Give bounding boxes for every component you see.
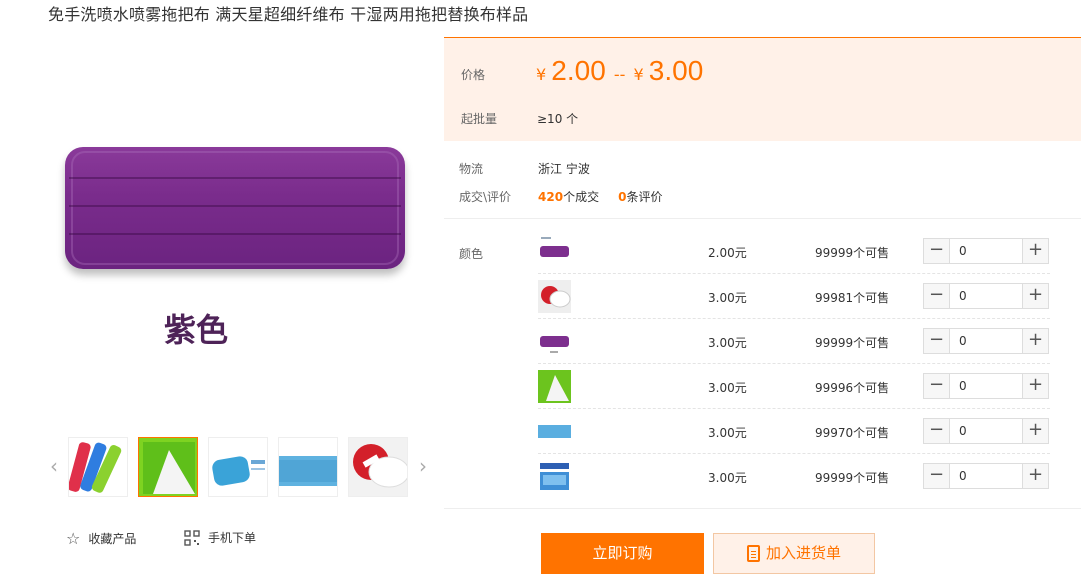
quantity-stepper: − 0 + [923,238,1049,264]
thumbnail-strip [68,437,408,497]
quantity-input[interactable]: 0 [950,329,1022,353]
deals-label: 成交\评价 [459,190,512,204]
sku-row: 3.00元 99999个可售 − 0 + [538,454,1050,499]
price-label: 价格 [461,68,486,82]
currency-symbol: ¥ [536,65,547,84]
quantity-input[interactable]: 0 [950,464,1022,488]
price-high: 3.00 [648,55,704,86]
favorite-product-button[interactable]: ☆ 收藏产品 [66,529,136,548]
sku-stock: 99981个可售 [815,291,890,305]
moq-value: ≥10 个 [537,112,579,126]
deals-summary: 420个成交 0条评价 [538,188,663,205]
sku-row: 3.00元 99981个可售 − 0 + [538,274,1050,319]
review-count: 0 [618,190,627,204]
sku-price: 3.00元 [708,291,747,305]
thumbnail-multicolor-pads[interactable] [68,437,128,497]
increase-quantity-button[interactable]: + [1022,329,1048,353]
sku-thumbnail-blue-microfiber[interactable] [538,415,571,448]
price-range: ¥ 2.00 -- ¥ 3.00 [536,55,703,87]
quantity-input[interactable]: 0 [950,239,1022,263]
add-to-cart-button[interactable]: 加入进货单 [713,533,875,574]
sku-thumbnail-purple[interactable] [538,235,571,268]
decrease-quantity-button[interactable]: − [924,464,950,488]
logistics-label: 物流 [459,162,484,176]
currency-symbol: ¥ [633,65,644,84]
divider [444,218,1081,219]
gallery-next-arrow-icon[interactable]: › [416,455,430,477]
clipboard-list-icon [746,545,760,562]
sku-price: 3.00元 [708,381,747,395]
product-title: 免手洗喷水喷雾拖把布 满天星超细纤维布 干湿两用拖把替换布样品 [48,5,529,24]
image-color-caption: 紫色 [164,311,229,349]
quantity-input[interactable]: 0 [950,374,1022,398]
thumbnail-green-pad[interactable] [138,437,198,497]
decrease-quantity-button[interactable]: − [924,284,950,308]
quantity-stepper: − 0 + [923,328,1049,354]
price-low: 2.00 [551,55,606,86]
review-count-suffix: 条评价 [626,190,663,204]
increase-quantity-button[interactable]: + [1022,239,1048,263]
sku-stock: 99996个可售 [815,381,890,395]
sku-stock: 99999个可售 [815,471,890,485]
price-separator: -- [613,65,626,84]
quantity-stepper: − 0 + [923,373,1049,399]
sku-row: 2.00元 99999个可售 − 0 + [538,229,1050,274]
purple-mop-pad-image [65,147,405,269]
price-panel: 价格 ¥ 2.00 -- ¥ 3.00 起批量 ≥10 个 [444,37,1081,141]
sku-row: 3.00元 99970个可售 − 0 + [538,409,1050,454]
thumbnail-blue-pad[interactable] [208,437,268,497]
add-to-cart-label: 加入进货单 [765,544,841,562]
deal-count-suffix: 个成交 [563,190,600,204]
sku-stock: 99999个可售 [815,336,890,350]
sku-price: 3.00元 [708,426,747,440]
decrease-quantity-button[interactable]: − [924,329,950,353]
sku-price: 3.00元 [708,336,747,350]
qr-code-icon [184,529,200,546]
buy-now-button[interactable]: 立即订购 [541,533,704,574]
main-product-image[interactable]: 紫色 [50,115,422,385]
decrease-quantity-button[interactable]: − [924,374,950,398]
sku-thumbnail-purple-2[interactable] [538,325,571,358]
quantity-stepper: − 0 + [923,283,1049,309]
sku-thumbnail-blue-package[interactable] [538,460,571,493]
sku-price: 2.00元 [708,246,747,260]
decrease-quantity-button[interactable]: − [924,239,950,263]
increase-quantity-button[interactable]: + [1022,464,1048,488]
sku-stock: 99999个可售 [815,246,890,260]
increase-quantity-button[interactable]: + [1022,374,1048,398]
mobile-order-label: 手机下单 [208,531,257,545]
favorite-label: 收藏产品 [88,532,137,546]
sku-thumbnail-red-white[interactable] [538,280,571,313]
star-icon: ☆ [66,529,81,548]
logistics-value: 浙江 宁波 [538,162,590,176]
sku-stock: 99970个可售 [815,426,890,440]
increase-quantity-button[interactable]: + [1022,419,1048,443]
quantity-stepper: − 0 + [923,418,1049,444]
color-label: 颜色 [459,247,484,261]
sku-row: 3.00元 99999个可售 − 0 + [538,319,1050,364]
sku-thumbnail-green[interactable] [538,370,571,403]
sku-list: 2.00元 99999个可售 − 0 + 3.00元 99981个可售 − 0 … [538,229,1050,499]
quantity-input[interactable]: 0 [950,284,1022,308]
moq-label: 起批量 [461,112,498,126]
deal-count: 420 [538,190,564,204]
divider [444,508,1081,509]
sku-price: 3.00元 [708,471,747,485]
thumbnail-microfiber-closeup[interactable] [278,437,338,497]
mobile-order-button[interactable]: 手机下单 [184,529,256,546]
quantity-input[interactable]: 0 [950,419,1022,443]
thumbnail-red-white-pads[interactable] [348,437,408,497]
decrease-quantity-button[interactable]: − [924,419,950,443]
quantity-stepper: − 0 + [923,463,1049,489]
sku-row: 3.00元 99996个可售 − 0 + [538,364,1050,409]
gallery-prev-arrow-icon[interactable]: ‹ [47,455,61,477]
increase-quantity-button[interactable]: + [1022,284,1048,308]
